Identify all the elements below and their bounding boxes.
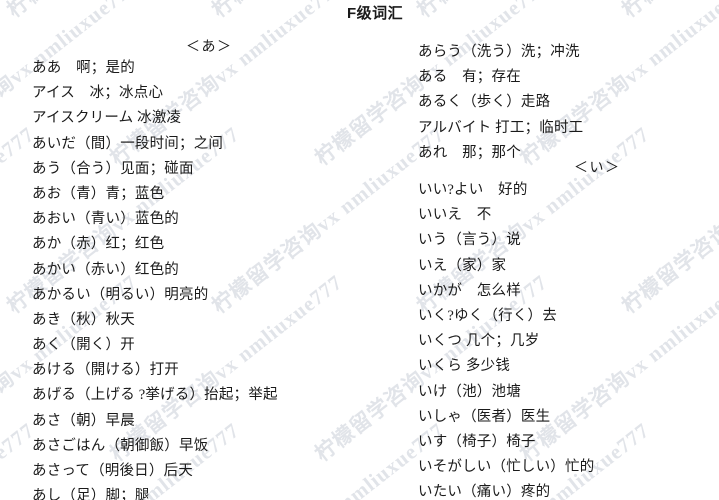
entry-list-left: ああ 啊；是的アイス 冰；冰点心アイスクリーム 冰激凌あいだ（間）一段时间；之间… [32, 56, 278, 500]
vocabulary-entry: あれ 那；那个 [418, 144, 521, 161]
vocabulary-entry: あおい（青い）蓝色的 [32, 211, 179, 228]
vocabulary-entry: あさ（朝）早晨 [32, 412, 135, 429]
vocabulary-entry: いそがしい（忙しい）忙的 [418, 459, 595, 476]
vocabulary-entry: あかるい（明るい）明亮的 [32, 286, 209, 303]
document-page: 柠檬留学咨询vx nmliuxue777 柠檬留学咨询vx nmliuxue777… [0, 0, 719, 500]
vocabulary-entry: あける（開ける）打开 [32, 362, 179, 379]
vocabulary-entry: あげる（上げる ?挙げる）抬起；举起 [32, 387, 278, 404]
vocabulary-entry: ある 有；存在 [418, 69, 521, 86]
vocabulary-entry: アイスクリーム 冰激凌 [32, 110, 182, 127]
vocabulary-entry: あか（赤）红；红色 [32, 236, 165, 253]
vocabulary-entry: あいだ（間）一段时间；之间 [32, 135, 224, 152]
vocabulary-entry: いけ（池）池塘 [418, 383, 521, 400]
vocabulary-entry: いう（言う）说 [418, 232, 521, 249]
vocabulary-entry: いいえ 不 [418, 207, 492, 224]
vocabulary-entry: あお（青）青；蓝色 [32, 185, 165, 202]
page-title-cjk: 级词汇 [356, 6, 404, 22]
vocabulary-entry: あさって（明後日）后天 [32, 463, 193, 479]
vocabulary-entry: ああ 啊；是的 [32, 60, 135, 76]
vocabulary-entry: いす（椅子）椅子 [418, 433, 536, 450]
vocabulary-entry: いえ（家）家 [418, 257, 507, 274]
page-clip: F级词汇 ＜あ＞ ああ 啊；是的アイス 冰；冰点心アイスクリーム 冰激凌あいだ（… [0, 0, 719, 500]
vocabulary-entry: あさごはん（朝御飯）早饭 [32, 437, 209, 454]
vocabulary-entry: いしゃ（医者）医生 [418, 408, 551, 425]
vocabulary-entry: アイス 冰；冰点心 [32, 85, 164, 102]
page-title-latin: F [347, 5, 357, 22]
entry-list-right-group-i: いい?よい 好的 いいえ 不いう（言う）说 いえ（家）家 いかが 怎么样いく?ゆく（行… [418, 178, 594, 500]
vocabulary-entry: いい?よい 好的 [418, 182, 528, 198]
vocabulary-entry: いたい（痛い）疼的 [418, 484, 551, 500]
vocabulary-entry: あし（足）脚；腿 [32, 488, 150, 500]
entry-list-right-group-a: あらう（洗う）洗；冲洗 ある 有；存在あるく（歩く）走路アルバイト 打工；临时工あ… [418, 40, 583, 166]
vocabulary-entry: いくつ 几个；几岁 [418, 333, 540, 350]
vocabulary-entry: いくら 多少钱 [418, 358, 511, 375]
page-title: F级词汇 [347, 2, 403, 23]
kana-heading-a: ＜あ＞ [186, 40, 233, 55]
vocabulary-entry: いく?ゆく（行く）去 [418, 307, 557, 324]
vocabulary-entry: あらう（洗う）洗；冲洗 [418, 44, 580, 60]
vocabulary-entry: あるく（歩く）走路 [418, 94, 551, 111]
vocabulary-entry: あかい（赤い）红色的 [32, 261, 179, 278]
vocabulary-entry: あく（開く）开 [32, 337, 135, 354]
vocabulary-entry: あき（秋）秋天 [32, 311, 135, 328]
vocabulary-entry: あう（合う）见面；碰面 [32, 160, 194, 177]
kana-heading-i: ＜い＞ [574, 161, 621, 176]
vocabulary-entry: いかが 怎么样 [418, 282, 521, 299]
vocabulary-entry: アルバイト 打工；临时工 [418, 119, 584, 136]
